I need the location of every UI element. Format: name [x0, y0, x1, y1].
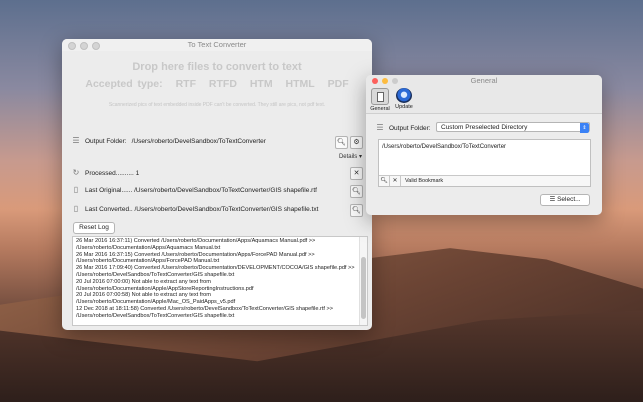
select-folder-button[interactable]: ☰ Select...: [540, 194, 590, 206]
log-line: 20 Jul 2016 07:00:00) Not able to extrac…: [76, 278, 254, 292]
minimize-button[interactable]: [80, 42, 88, 50]
close-button[interactable]: [68, 42, 76, 50]
output-folder-label: Output Folder:: [85, 137, 127, 145]
path-box[interactable]: /Users/roberto/DevelSandbox/ToTextConver…: [378, 139, 591, 187]
log-line: 26 Mar 2016 16:37:11) Converted /Users/r…: [76, 238, 316, 251]
magnifier-icon: 🔍︎: [352, 207, 361, 214]
switch-icon: [371, 88, 389, 105]
list-icon: ☰: [72, 136, 80, 145]
last-converted-path: Last Converted.. /Users/roberto/DevelSan…: [85, 205, 319, 213]
reveal-original-button[interactable]: 🔍︎: [350, 185, 363, 198]
log-scrollbar[interactable]: [359, 237, 367, 325]
drop-zone-title[interactable]: Drop here files to convert to text: [62, 61, 372, 73]
accepted-types: Accepted type: RTF RTFD HTM HTML PDF: [62, 78, 372, 90]
type-rtf: RTF: [175, 78, 196, 90]
settings-button[interactable]: ⚙: [350, 136, 363, 149]
output-folder-path: /Users/roberto/DevelSandbox/ToTextConver…: [131, 137, 266, 145]
reveal-converted-button[interactable]: 🔍︎: [350, 204, 363, 217]
close-x-icon: ✕: [353, 170, 360, 177]
clear-button[interactable]: ✕: [350, 167, 363, 180]
output-folder-label: Output Folder:: [389, 124, 431, 132]
last-original-path: Last Original...... /Users/roberto/Devel…: [85, 186, 317, 194]
type-pdf: PDF: [327, 78, 349, 90]
output-folder-row: ☰ Output Folder: /Users/roberto/DevelSan…: [72, 137, 266, 145]
main-titlebar[interactable]: To Text Converter: [62, 39, 372, 51]
scan-note: Scannerized pics of text embedded inside…: [108, 102, 326, 108]
path-toolbar: 🔍︎ ✕ Valid Bookmark: [379, 175, 590, 186]
reset-log-button[interactable]: Reset Log: [73, 222, 115, 234]
details-label: Details: [338, 154, 358, 160]
last-converted-row: ▯ Last Converted.. /Users/roberto/DevelS…: [72, 204, 319, 213]
update-icon: [396, 88, 412, 103]
updown-arrow-icon: ⇕: [580, 122, 589, 133]
log-textview[interactable]: 26 Mar 2016 16:37:11) Converted /Users/r…: [72, 236, 368, 326]
log-scroll-thumb[interactable]: [361, 257, 366, 319]
close-button[interactable]: [372, 78, 378, 84]
gear-icon: ⚙: [353, 139, 360, 146]
log-line: 26 Mar 2016 17:09:40) Converted /Users/r…: [76, 265, 355, 278]
document-icon: ▯: [73, 185, 79, 194]
window-title: General: [470, 76, 498, 85]
last-original-row: ▯ Last Original...... /Users/roberto/Dev…: [72, 186, 317, 194]
refresh-icon: ↻: [72, 168, 80, 177]
search-folder-button[interactable]: 🔍︎: [335, 136, 348, 149]
general-titlebar[interactable]: General: [366, 75, 602, 87]
type-htm: HTM: [249, 78, 273, 90]
remove-path-button[interactable]: ✕: [390, 176, 401, 186]
list-icon: ☰: [376, 123, 384, 132]
output-folder-option: Custom Preselected Directory: [441, 124, 528, 131]
magnifier-icon: 🔍︎: [380, 178, 388, 184]
window-controls: [372, 78, 398, 84]
output-folder-row: ☰ Output Folder:: [376, 123, 431, 132]
close-x-icon: ✕: [392, 178, 398, 184]
chevron-down-icon: ▾: [358, 154, 362, 160]
processed-row: ↻ Processed.......... 1: [72, 168, 140, 177]
zoom-button[interactable]: [392, 78, 398, 84]
type-rtfd: RTFD: [208, 78, 237, 90]
magnifier-icon: 🔍︎: [352, 188, 361, 195]
log-line: 12 Dec 2018 at 18:11:58) Converted /User…: [76, 305, 334, 319]
log-line: 20 Jul 2016 07:00:58) Not able to extrac…: [76, 292, 236, 306]
log-line: 26 Mar 2016 16:37:15) Converted /Users/r…: [76, 251, 315, 265]
main-window: To Text Converter Drop here files to con…: [62, 39, 372, 330]
tab-general-label: General: [370, 106, 390, 112]
select-label: Select...: [557, 196, 581, 203]
details-disclosure[interactable]: Details ▾: [339, 153, 362, 160]
document-icon: ▯: [73, 204, 79, 213]
zoom-button[interactable]: [92, 42, 100, 50]
accepted-label: Accepted type:: [85, 78, 163, 90]
bookmark-status: Valid Bookmark: [405, 178, 444, 184]
magnifier-icon: 🔍︎: [337, 139, 346, 146]
preferences-toolbar: General Update: [366, 87, 602, 114]
window-controls: [68, 42, 100, 50]
selected-path: /Users/roberto/DevelSandbox/ToTextConver…: [382, 144, 507, 150]
tab-update-label: Update: [395, 104, 413, 110]
window-title: To Text Converter: [187, 40, 247, 49]
output-folder-select[interactable]: Custom Preselected Directory ⇕: [436, 122, 590, 133]
processed-count: Processed.......... 1: [85, 169, 140, 177]
type-html: HTML: [285, 78, 315, 90]
general-window: General General Update ☰ Output Folder: …: [366, 75, 602, 215]
minimize-button[interactable]: [382, 78, 388, 84]
tab-update[interactable]: Update: [393, 88, 415, 110]
tab-general[interactable]: General: [369, 88, 391, 112]
list-icon: ☰: [549, 196, 556, 203]
search-path-button[interactable]: 🔍︎: [379, 176, 390, 186]
